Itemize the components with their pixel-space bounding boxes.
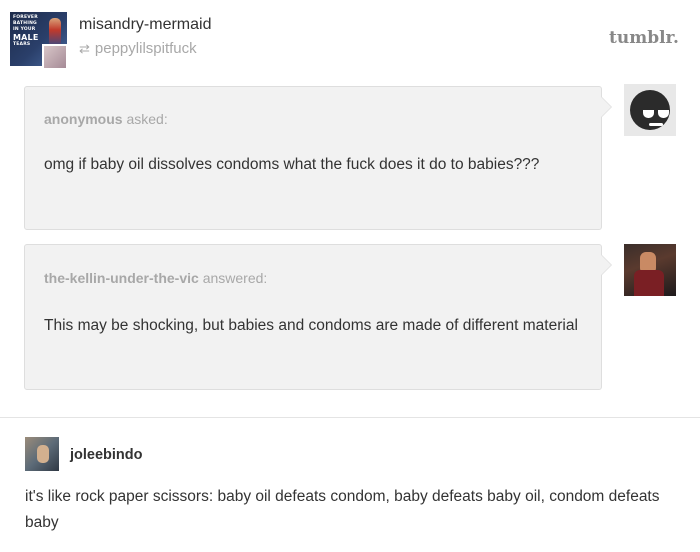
reply-avatar[interactable]: [25, 437, 59, 471]
post-header: FOREVER BATHING IN YOUR MALE TEARS misan…: [0, 0, 700, 72]
answer-meta: the-kellin-under-the-vic answered:: [44, 270, 267, 286]
question-meta: anonymous asked:: [44, 111, 168, 127]
reply-text: it's like rock paper scissors: baby oil …: [25, 488, 660, 531]
answer-text: This may be shocking, but babies and con…: [44, 317, 578, 334]
reply-username[interactable]: joleebindo: [70, 447, 143, 463]
anonymous-sunglasses-icon: [624, 84, 676, 136]
answer-bubble: the-kellin-under-the-vic answered: This …: [24, 244, 612, 390]
asked-label: asked:: [126, 111, 168, 127]
answered-label: answered:: [202, 270, 268, 286]
tumblr-logo: tumblr.: [609, 28, 679, 48]
post-username[interactable]: misandry-mermaid: [79, 16, 211, 34]
reblogged-from-username[interactable]: peppylilspitfuck: [95, 40, 197, 57]
answerer-avatar[interactable]: [624, 244, 676, 296]
question-bubble: anonymous asked: omg if baby oil dissolv…: [24, 86, 612, 230]
answerer-name[interactable]: the-kellin-under-the-vic: [44, 270, 199, 286]
divider: [0, 417, 700, 418]
reblog-source-avatar[interactable]: [42, 44, 68, 70]
reblog-row: ⇄ peppylilspitfuck: [79, 40, 197, 57]
question-text: omg if baby oil dissolves condoms what t…: [44, 156, 540, 173]
reblog-icon: ⇄: [79, 41, 90, 56]
asker-name: anonymous: [44, 111, 123, 127]
